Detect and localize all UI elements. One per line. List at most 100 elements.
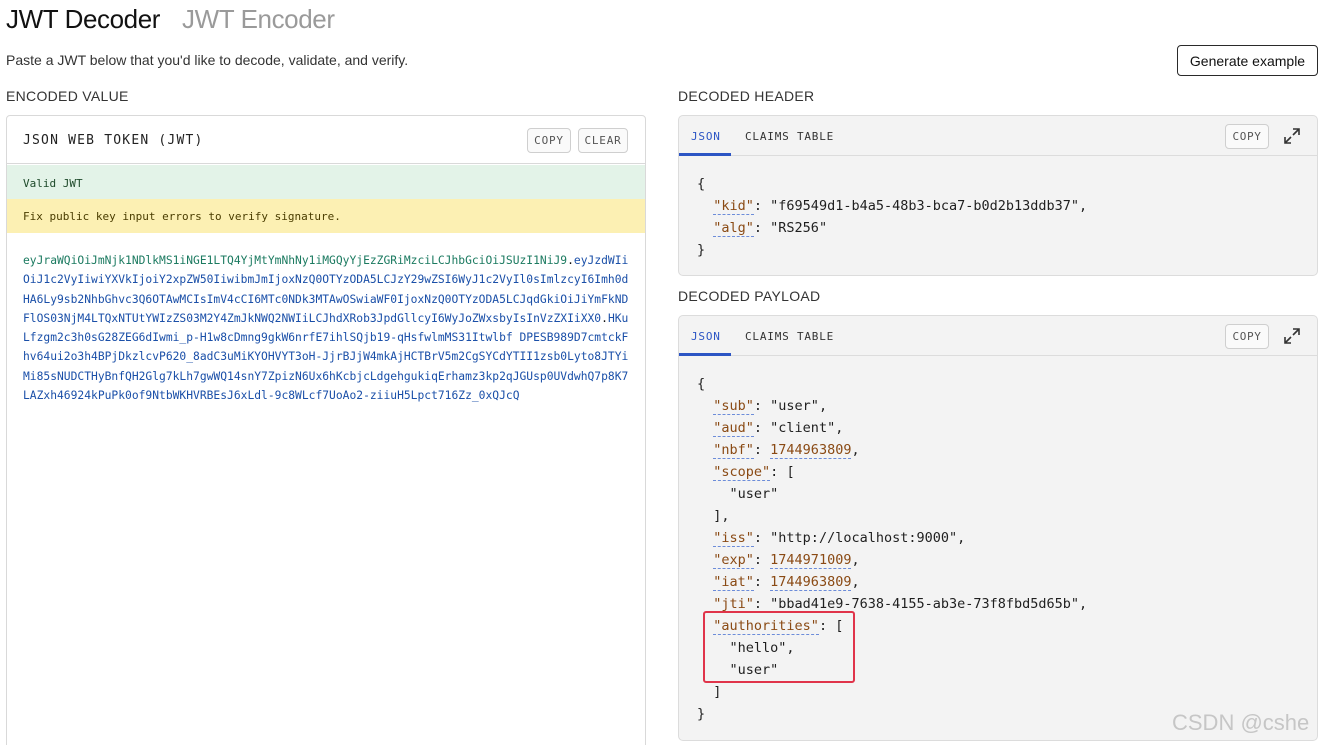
json-line: "iss": "http://localhost:9000", xyxy=(697,527,1087,549)
token-separator: . xyxy=(567,254,574,267)
copy-token-button[interactable]: COPY xyxy=(527,128,571,153)
json-punctuation: , xyxy=(957,530,966,546)
json-line: } xyxy=(697,239,1087,261)
json-line: ], xyxy=(697,505,1087,527)
tab-payload-claims-table[interactable]: CLAIMS TABLE xyxy=(745,330,834,343)
json-value: [ xyxy=(786,464,795,480)
tab-header-claims-table[interactable]: CLAIMS TABLE xyxy=(745,130,834,143)
page-subtitle: Paste a JWT below that you'd like to dec… xyxy=(6,52,409,68)
json-value: "RS256" xyxy=(770,220,828,236)
json-key[interactable]: "nbf" xyxy=(713,442,754,459)
json-line: { xyxy=(697,173,1087,195)
authorities-highlight xyxy=(703,611,855,683)
json-line: { xyxy=(697,373,1087,395)
copy-payload-button[interactable]: COPY xyxy=(1225,324,1269,349)
encoded-panel-header: JSON WEB TOKEN (JWT) COPY CLEAR xyxy=(7,116,645,164)
decoded-header-panel: JSON CLAIMS TABLE COPY { "kid": "f69549d… xyxy=(678,115,1318,276)
active-tab-indicator xyxy=(679,353,731,356)
json-key[interactable]: "iat" xyxy=(713,574,754,591)
json-colon: : xyxy=(753,398,771,414)
json-punctuation: { xyxy=(697,176,706,192)
json-key[interactable]: "aud" xyxy=(713,420,754,437)
json-key[interactable]: "alg" xyxy=(713,220,754,237)
generate-example-button[interactable]: Generate example xyxy=(1177,45,1318,76)
json-key[interactable]: "scope" xyxy=(713,464,771,481)
active-tab-indicator xyxy=(679,153,731,156)
decoded-header-toolbar: JSON CLAIMS TABLE COPY xyxy=(679,116,1317,156)
json-line: } xyxy=(697,703,1087,725)
encoded-value-label: ENCODED VALUE xyxy=(6,88,129,104)
json-punctuation: , xyxy=(1079,198,1088,214)
json-key[interactable]: "kid" xyxy=(713,198,754,215)
tab-jwt-encoder[interactable]: JWT Encoder xyxy=(182,4,335,35)
json-line: "exp": 1744971009, xyxy=(697,549,1087,571)
json-value: "bbad41e9-7638-4155-ab3e-73f8fbd5d65b" xyxy=(770,596,1080,612)
json-punctuation: , xyxy=(835,420,844,436)
tab-jwt-decoder[interactable]: JWT Decoder xyxy=(6,4,160,35)
json-punctuation: ] xyxy=(713,684,722,700)
jwt-panel-title: JSON WEB TOKEN (JWT) xyxy=(23,133,204,148)
json-punctuation: , xyxy=(851,442,860,458)
json-colon: : xyxy=(753,420,771,436)
watermark: CSDN @cshe xyxy=(1172,710,1310,735)
json-colon: : xyxy=(753,574,771,590)
json-colon: : xyxy=(753,530,771,546)
decoded-header-label: DECODED HEADER xyxy=(678,88,815,104)
json-value[interactable]: 1744963809 xyxy=(770,442,852,459)
clear-token-button[interactable]: CLEAR xyxy=(578,128,628,153)
tab-payload-json[interactable]: JSON xyxy=(691,330,721,343)
json-line: "kid": "f69549d1-b4a5-48b3-bca7-b0d2b13d… xyxy=(697,195,1087,217)
json-key[interactable]: "iss" xyxy=(713,530,754,547)
json-value: "user" xyxy=(770,398,819,414)
json-line: "user" xyxy=(697,483,1087,505)
json-punctuation: , xyxy=(818,398,828,414)
json-line: "alg": "RS256" xyxy=(697,217,1087,239)
jwt-token-input[interactable]: eyJraWQiOiJmNjk1NDlkMS1iNGE1LTQ4YjMtYmNh… xyxy=(23,251,635,405)
tab-header-json[interactable]: JSON xyxy=(691,130,721,143)
copy-header-button[interactable]: COPY xyxy=(1225,124,1269,149)
json-line: "iat": 1744963809, xyxy=(697,571,1087,593)
json-punctuation: { xyxy=(697,376,706,392)
decoded-payload-toolbar: JSON CLAIMS TABLE COPY xyxy=(679,316,1317,356)
token-header-part: eyJraWQiOiJmNjk1NDlkMS1iNGE1LTQ4YjMtYmNh… xyxy=(23,254,568,267)
decoded-header-json: { "kid": "f69549d1-b4a5-48b3-bca7-b0d2b1… xyxy=(697,173,1087,261)
json-punctuation: ], xyxy=(713,508,730,524)
json-colon: : xyxy=(753,198,771,214)
json-line: "aud": "client", xyxy=(697,417,1087,439)
json-value: "client" xyxy=(770,420,836,436)
json-key[interactable]: "sub" xyxy=(713,398,754,415)
expand-icon[interactable] xyxy=(1282,126,1302,146)
signature-warning: Fix public key input errors to verify si… xyxy=(7,199,645,233)
json-value[interactable]: 1744963809 xyxy=(770,574,852,591)
expand-icon[interactable] xyxy=(1282,326,1302,346)
json-colon: : xyxy=(770,464,787,480)
json-punctuation: } xyxy=(697,706,706,722)
token-separator: . xyxy=(601,311,608,325)
json-line: "sub": "user", xyxy=(697,395,1087,417)
json-colon: : xyxy=(753,552,771,568)
json-punctuation: , xyxy=(851,552,860,568)
json-key[interactable]: "exp" xyxy=(713,552,754,569)
json-punctuation: , xyxy=(851,574,860,590)
decoded-payload-label: DECODED PAYLOAD xyxy=(678,288,821,304)
json-punctuation: } xyxy=(697,242,706,258)
token-signature-part: HKuLfzgm2c3h0sG28ZEG6dIwmi_p-H1w8cDmng9g… xyxy=(23,311,629,403)
json-value: "http://localhost:9000" xyxy=(770,530,958,546)
json-colon: : xyxy=(753,220,771,236)
json-punctuation: , xyxy=(1079,596,1088,612)
json-value: "f69549d1-b4a5-48b3-bca7-b0d2b13ddb37" xyxy=(770,198,1080,214)
json-colon: : xyxy=(753,442,771,458)
json-value[interactable]: 1744971009 xyxy=(770,552,852,569)
encoded-panel: JSON WEB TOKEN (JWT) COPY CLEAR Valid JW… xyxy=(6,115,646,745)
